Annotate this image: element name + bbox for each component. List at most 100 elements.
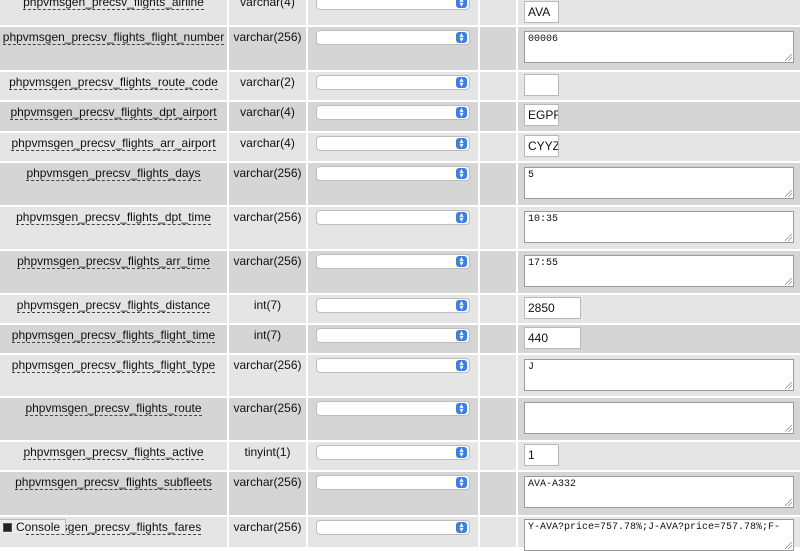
function-select[interactable]: ▴▾: [316, 30, 470, 45]
function-select[interactable]: ▴▾: [316, 328, 470, 343]
column-type-cell: varchar(256): [229, 27, 306, 70]
value-cell: EGPF: [518, 102, 800, 131]
column-name-cell: phpvmsgen_precsv_flights_distance: [0, 295, 227, 323]
resize-grip-icon[interactable]: [785, 278, 792, 285]
resize-grip-icon[interactable]: [785, 382, 792, 389]
value-cell: [518, 72, 800, 100]
column-type: varchar(256): [233, 475, 302, 489]
null-cell: [480, 472, 516, 515]
select-arrows-icon: ▴▾: [456, 329, 467, 342]
resize-grip-icon[interactable]: [785, 54, 792, 61]
table-row: phpvmsgen_precsv_flights_flight_time int(…: [0, 325, 800, 353]
null-cell: [480, 72, 516, 100]
value-textarea[interactable]: J: [524, 359, 794, 391]
table-row: phpvmsgen_precsv_flights_fares varchar(25…: [0, 517, 800, 551]
value-cell: CYYZ: [518, 133, 800, 161]
function-select[interactable]: ▴▾: [316, 75, 470, 90]
column-type-cell: varchar(4): [229, 0, 306, 25]
resize-grip-icon[interactable]: [785, 190, 792, 197]
value-textarea[interactable]: AVA-A332: [524, 476, 794, 508]
console-icon: [3, 523, 12, 533]
table-row: phpvmsgen_precsv_flights_distance int(7) ▴…: [0, 295, 800, 323]
value-textarea[interactable]: 00006: [524, 31, 794, 63]
function-cell: ▴▾: [308, 133, 478, 161]
value-textarea[interactable]: Y-AVA?price=757.78%;J-AVA?price=757.78%;…: [524, 519, 794, 551]
table-row: phpvmsgen_precsv_flights_route_code varch…: [0, 72, 800, 100]
value-text: 00006: [528, 34, 559, 45]
function-select[interactable]: ▴▾: [316, 210, 470, 225]
column-type: int(7): [253, 328, 282, 342]
function-select[interactable]: ▴▾: [316, 445, 470, 460]
table-row: phpvmsgen_precsv_flights_route varchar(25…: [0, 398, 800, 440]
column-name-cell: phpvmsgen_precsv_flights_dpt_airport: [0, 102, 227, 131]
value-text: AVA-A332: [528, 479, 577, 490]
value-cell: 10:35: [518, 207, 800, 249]
function-select[interactable]: ▴▾: [316, 166, 470, 181]
column-name-cell: phpvmsgen_precsv_flights_route_code: [0, 72, 227, 100]
value-input[interactable]: [524, 74, 559, 96]
null-cell: [480, 325, 516, 353]
select-arrows-icon: ▴▾: [456, 167, 467, 180]
null-cell: [480, 102, 516, 131]
function-select[interactable]: ▴▾: [316, 358, 470, 373]
column-name: phpvmsgen_precsv_flights_flight_number: [2, 30, 225, 45]
value-input[interactable]: EGPF: [524, 104, 559, 126]
function-select[interactable]: ▴▾: [316, 0, 470, 10]
column-name: phpvmsgen_precsv_flights_dpt_time: [16, 210, 211, 225]
column-name: phpvmsgen_precsv_flights_route: [25, 401, 202, 416]
value-input[interactable]: 2850: [524, 297, 581, 319]
value-input[interactable]: AVA: [524, 1, 559, 23]
column-name: phpvmsgen_precsv_flights_flight_type: [11, 358, 216, 373]
null-cell: [480, 517, 516, 547]
select-arrows-icon: ▴▾: [456, 211, 467, 224]
column-name-cell: phpvmsgen_precsv_flights_route: [0, 398, 227, 440]
function-select[interactable]: ▴▾: [316, 136, 470, 151]
function-select[interactable]: ▴▾: [316, 254, 470, 269]
function-cell: ▴▾: [308, 325, 478, 353]
select-arrows-icon: ▴▾: [456, 521, 467, 534]
resize-grip-icon[interactable]: [785, 234, 792, 241]
table-row: phpvmsgen_precsv_flights_arr_airport varc…: [0, 133, 800, 161]
value-textarea[interactable]: 17:55: [524, 255, 794, 287]
table-row: phpvmsgen_precsv_flights_subfleets varcha…: [0, 472, 800, 515]
value-cell: Y-AVA?price=757.78%;J-AVA?price=757.78%;…: [518, 517, 800, 551]
value-text: Y-AVA?price=757.78%;J-AVA?price=757.78%;…: [528, 522, 781, 533]
function-select[interactable]: ▴▾: [316, 105, 470, 120]
value-input[interactable]: 1: [524, 444, 559, 466]
value-textarea[interactable]: 5: [524, 167, 794, 199]
function-select[interactable]: ▴▾: [316, 401, 470, 416]
select-arrows-icon: ▴▾: [456, 402, 467, 415]
function-select[interactable]: ▴▾: [316, 298, 470, 313]
resize-grip-icon[interactable]: [785, 542, 792, 549]
resize-grip-icon[interactable]: [785, 499, 792, 506]
resize-grip-icon[interactable]: [785, 425, 792, 432]
value-textarea[interactable]: 10:35: [524, 211, 794, 243]
column-name-cell: phpvmsgen_precsv_flights_flight_type: [0, 355, 227, 396]
column-name: phpvmsgen_precsv_flights_dpt_airport: [10, 105, 217, 120]
value-textarea[interactable]: [524, 402, 794, 434]
console-toggle[interactable]: Console: [0, 519, 66, 534]
null-cell: [480, 442, 516, 470]
column-type-cell: varchar(256): [229, 398, 306, 440]
table-row: phpvmsgen_precsv_flights_active tinyint(1…: [0, 442, 800, 470]
column-type-cell: varchar(2): [229, 72, 306, 100]
table-row: phpvmsgen_precsv_flights_arr_time varchar…: [0, 251, 800, 293]
column-name-cell: phpvmsgen_precsv_flights_airline: [0, 0, 227, 25]
select-arrows-icon: ▴▾: [456, 76, 467, 89]
function-cell: ▴▾: [308, 295, 478, 323]
column-type: varchar(256): [233, 30, 302, 44]
column-type-cell: int(7): [229, 295, 306, 323]
select-arrows-icon: ▴▾: [456, 31, 467, 44]
null-cell: [480, 27, 516, 70]
select-arrows-icon: ▴▾: [456, 446, 467, 459]
value-input[interactable]: 440: [524, 327, 581, 349]
value-cell: 2850: [518, 295, 800, 323]
value-cell: J: [518, 355, 800, 396]
null-cell: [480, 133, 516, 161]
column-type: varchar(256): [233, 166, 302, 180]
value-input[interactable]: CYYZ: [524, 135, 559, 157]
column-type: varchar(4): [240, 136, 295, 150]
function-cell: ▴▾: [308, 72, 478, 100]
column-type: varchar(256): [233, 254, 302, 268]
function-select[interactable]: ▴▾: [316, 475, 470, 490]
